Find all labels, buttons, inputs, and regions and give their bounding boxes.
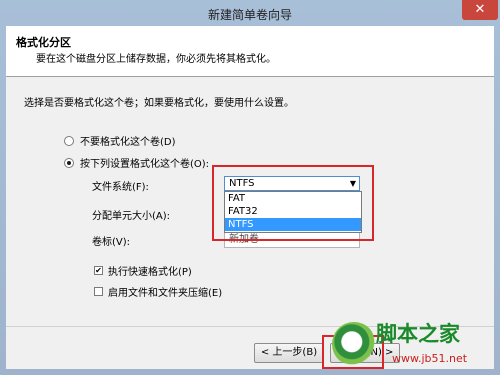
radio-no-format-label: 不要格式化这个卷(D) bbox=[80, 137, 176, 148]
checkbox-empty-icon[interactable] bbox=[94, 287, 103, 296]
radio-no-format[interactable]: 不要格式化这个卷(D) bbox=[64, 133, 176, 148]
allocation-unit-label: 分配单元大小(A): bbox=[92, 211, 171, 222]
site-logo-icon bbox=[332, 322, 376, 366]
quick-format-checkbox[interactable]: ✔ 执行快速格式化(P) bbox=[94, 263, 192, 278]
wizard-window: 新建简单卷向导 ✕ 格式化分区 要在这个磁盘分区上储存数据，你必须先将其格式化。… bbox=[0, 0, 500, 375]
page-description: 要在这个磁盘分区上储存数据，你必须先将其格式化。 bbox=[36, 54, 276, 65]
watermark: 脚本之家 www.jb51.net bbox=[332, 316, 500, 375]
wizard-header: 格式化分区 要在这个磁盘分区上储存数据，你必须先将其格式化。 bbox=[6, 26, 494, 77]
page-title: 格式化分区 bbox=[16, 36, 71, 49]
instruction-text: 选择是否要格式化这个卷；如果要格式化，要使用什么设置。 bbox=[24, 98, 294, 109]
watermark-url: www.jb51.net bbox=[392, 352, 468, 365]
volume-label-label: 卷标(V): bbox=[92, 237, 131, 248]
window-title: 新建简单卷向导 bbox=[207, 8, 292, 22]
title-bar: 新建简单卷向导 ✕ bbox=[0, 0, 500, 26]
back-button[interactable]: < 上一步(B) bbox=[254, 343, 324, 363]
compression-label: 启用文件和文件夹压缩(E) bbox=[108, 288, 223, 299]
radio-format-label: 按下列设置格式化这个卷(O): bbox=[80, 159, 210, 170]
quick-format-label: 执行快速格式化(P) bbox=[108, 267, 192, 278]
filesystem-label: 文件系统(F): bbox=[92, 182, 149, 193]
radio-no-format-indicator[interactable] bbox=[64, 135, 74, 146]
highlight-box-dropdown bbox=[212, 165, 374, 241]
watermark-text: 脚本之家 bbox=[376, 321, 460, 346]
check-icon[interactable]: ✔ bbox=[94, 266, 103, 275]
close-button[interactable]: ✕ bbox=[462, 0, 498, 20]
compression-checkbox[interactable]: 启用文件和文件夹压缩(E) bbox=[94, 284, 222, 299]
radio-format-indicator[interactable] bbox=[64, 157, 74, 168]
radio-format[interactable]: 按下列设置格式化这个卷(O): bbox=[64, 155, 209, 170]
